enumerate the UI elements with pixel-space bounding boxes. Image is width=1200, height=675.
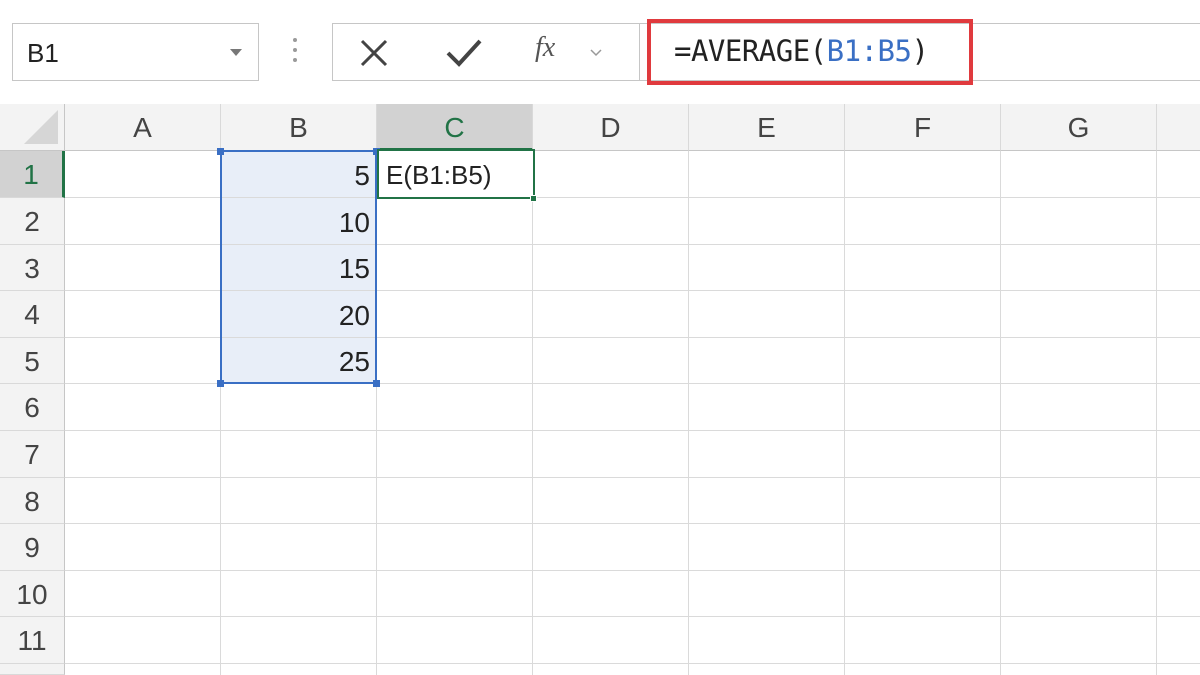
column-header-d[interactable]: D (533, 104, 689, 151)
select-all-icon (24, 110, 58, 144)
formula-buttons: fx (332, 23, 640, 81)
row-header-11[interactable]: 11 (0, 617, 65, 664)
formula-bar-grip-icon[interactable] (292, 38, 298, 66)
gridline (65, 616, 1200, 617)
name-box-dropdown-icon[interactable] (230, 49, 242, 56)
row-header-5[interactable]: 5 (0, 338, 65, 384)
fx-icon: fx (535, 32, 556, 63)
close-icon (360, 39, 388, 67)
cell-b5[interactable]: 25 (222, 346, 370, 378)
formula-text[interactable]: =AVERAGE(B1:B5) (674, 34, 929, 68)
gridline (1156, 151, 1157, 675)
gridline (65, 570, 1200, 571)
formula-bar: B1 fx =AVERAGE(B1:B5) (0, 0, 1200, 104)
gridline (532, 151, 533, 675)
gridline (688, 151, 689, 675)
column-header-b[interactable]: B (221, 104, 377, 151)
row-header-10[interactable]: 10 (0, 571, 65, 617)
column-header-e[interactable]: E (689, 104, 845, 151)
range-handle-bottom-right[interactable] (373, 380, 380, 387)
cell-b2[interactable]: 10 (222, 207, 370, 239)
row-header-3[interactable]: 3 (0, 245, 65, 291)
chevron-down-icon[interactable] (589, 48, 603, 58)
gridline (65, 430, 1200, 431)
range-handle-top-left[interactable] (217, 148, 224, 155)
row-header-6[interactable]: 6 (0, 384, 65, 431)
fill-handle[interactable] (530, 195, 537, 202)
gridline (1000, 151, 1001, 675)
formula-range-reference: B1:B5 (826, 34, 912, 68)
cancel-button[interactable] (357, 36, 391, 70)
range-handle-bottom-left[interactable] (217, 380, 224, 387)
gridline (844, 151, 845, 675)
name-box[interactable]: B1 (12, 23, 259, 81)
row-header-8[interactable]: 8 (0, 478, 65, 524)
cell-b3[interactable]: 15 (222, 253, 370, 285)
cell-b1[interactable]: 5 (222, 160, 370, 192)
formula-close-paren: ) (911, 34, 929, 68)
column-header-g[interactable]: G (1001, 104, 1157, 151)
spreadsheet-grid: A B C D E F G 1 2 3 4 5 6 7 8 9 10 11 5 … (0, 104, 1200, 675)
check-icon (446, 39, 482, 67)
row-header-4[interactable]: 4 (0, 291, 65, 338)
gridline (65, 663, 1200, 664)
column-header-c[interactable]: C (377, 104, 533, 151)
insert-function-button[interactable]: fx (535, 32, 575, 72)
column-header-next[interactable] (1157, 104, 1200, 151)
row-header-12[interactable] (0, 664, 65, 675)
gridline (65, 523, 1200, 524)
cell-b4[interactable]: 20 (222, 300, 370, 332)
row-header-9[interactable]: 9 (0, 524, 65, 571)
row-header-1[interactable]: 1 (0, 151, 65, 198)
column-header-a[interactable]: A (65, 104, 221, 151)
formula-function: =AVERAGE( (674, 34, 827, 68)
active-cell-c1[interactable]: E(B1:B5) (377, 149, 535, 199)
row-header-7[interactable]: 7 (0, 431, 65, 478)
column-header-f[interactable]: F (845, 104, 1001, 151)
name-box-value: B1 (27, 38, 59, 68)
enter-button[interactable] (445, 36, 483, 70)
row-header-2[interactable]: 2 (0, 198, 65, 245)
gridline (65, 477, 1200, 478)
active-cell-text: E(B1:B5) (386, 160, 492, 190)
select-all-button[interactable] (0, 104, 65, 151)
